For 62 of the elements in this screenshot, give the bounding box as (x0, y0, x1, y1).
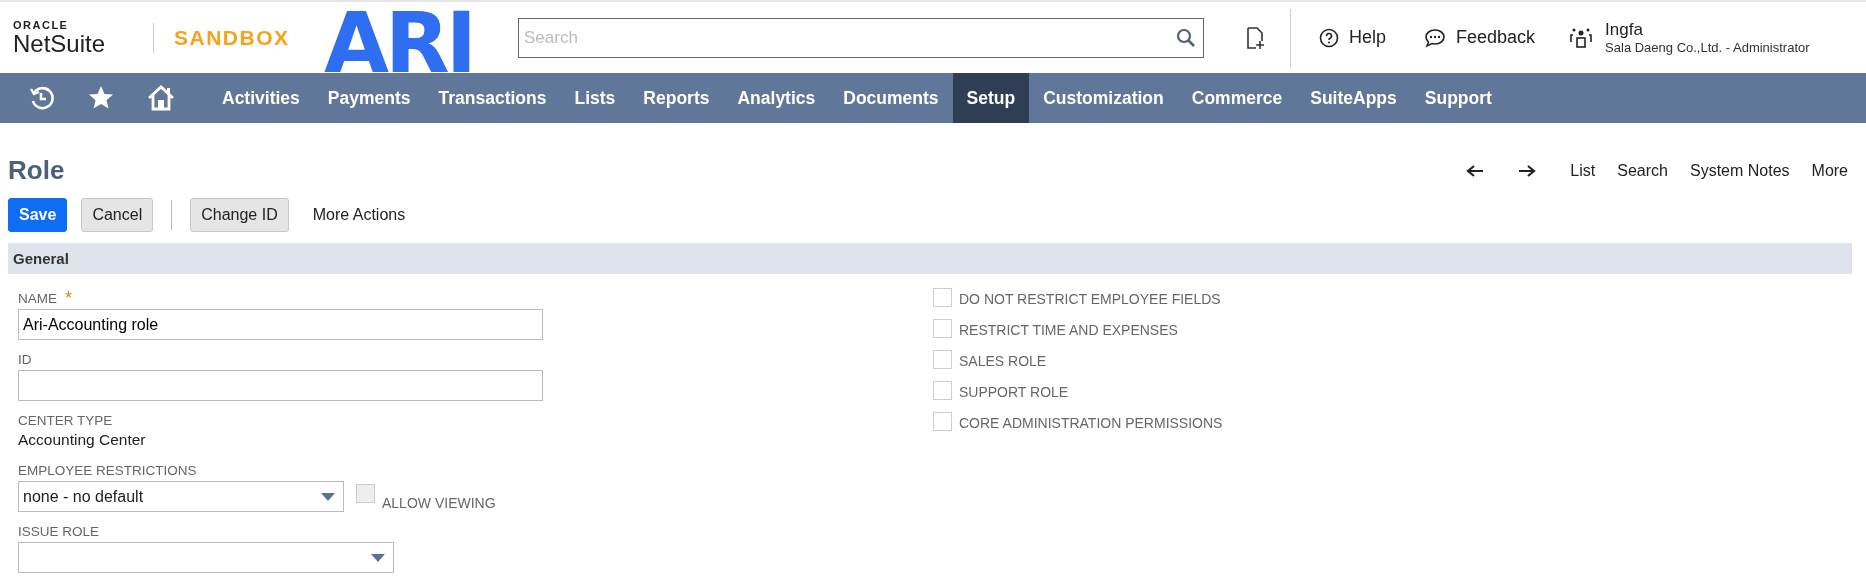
checkbox[interactable] (933, 350, 952, 369)
environment-label: SANDBOX (174, 25, 291, 50)
field-label: NAME (18, 290, 57, 307)
help-icon (1319, 27, 1339, 48)
nav-tab[interactable]: Documents (829, 73, 953, 123)
help-button[interactable]: Help (1307, 27, 1399, 48)
search-field[interactable]: Search (518, 17, 1204, 58)
speech-bubble-icon (1424, 27, 1447, 48)
nav-tab[interactable]: Activities (208, 73, 314, 123)
checkbox[interactable] (933, 381, 952, 400)
left-arrow-icon[interactable] (1466, 163, 1485, 178)
nav-tab[interactable]: Support (1410, 73, 1506, 123)
new-record-icon[interactable] (1244, 25, 1266, 50)
account-role: Sala Daeng Co.,Ltd. - Administrator (1605, 40, 1810, 55)
dropdown-field[interactable] (18, 542, 394, 573)
nav-tab[interactable]: Reports (629, 73, 724, 123)
field-value: Accounting Center (18, 430, 147, 450)
nav-tab[interactable]: Commerce (1177, 73, 1297, 123)
checkbox-label: SALES ROLE (959, 353, 1047, 369)
field-label: ISSUE ROLE (18, 523, 101, 540)
field-label: ID (18, 351, 33, 368)
nav-tab[interactable]: Lists (560, 73, 630, 123)
more-actions-menu[interactable]: More Actions (302, 198, 416, 232)
caret-icon (371, 553, 385, 562)
checkbox[interactable] (933, 412, 952, 431)
section-header: General (8, 243, 1852, 274)
right-arrow-icon[interactable] (1518, 163, 1537, 178)
action-button[interactable]: Cancel (81, 198, 154, 232)
checkbox-label: CORE ADMINISTRATION PERMISSIONS (959, 415, 1223, 431)
netsuite-wordmark: NetSuite (13, 30, 107, 57)
oracle-wordmark: ORACLE (13, 18, 70, 31)
text-field[interactable] (18, 370, 543, 401)
checkbox-label: SUPPORT ROLE (959, 384, 1069, 400)
user-name[interactable]: Ingfa (1605, 20, 1810, 40)
header-link[interactable]: System Notes (1689, 161, 1790, 180)
search-icon (1176, 27, 1196, 48)
field-label: EMPLOYEE RESTRICTIONS (18, 462, 198, 479)
field-label: CENTER TYPE (18, 412, 114, 429)
header-link[interactable]: Search (1617, 161, 1668, 180)
checkbox-label: ALLOW VIEWING (382, 494, 496, 511)
required-mark: * (65, 290, 73, 306)
header-link[interactable]: List (1570, 161, 1596, 180)
checkbox-label: RESTRICT TIME AND EXPENSES (959, 322, 1178, 338)
star-icon[interactable] (88, 85, 114, 111)
page-title: Role (8, 155, 65, 186)
header-link[interactable]: More (1811, 161, 1848, 180)
checkbox[interactable] (933, 319, 952, 338)
nav-tab[interactable]: Customization (1029, 73, 1178, 123)
checkbox-label: DO NOT RESTRICT EMPLOYEE FIELDS (959, 291, 1221, 307)
action-button[interactable]: Change ID (190, 198, 289, 232)
nav-tab[interactable]: Setup (952, 73, 1030, 123)
caret-icon (321, 492, 335, 501)
checkbox[interactable] (933, 288, 952, 307)
nav-tab[interactable]: SuiteApps (1296, 73, 1411, 123)
home-icon[interactable] (147, 85, 175, 111)
feedback-button[interactable]: Feedback (1412, 27, 1548, 48)
dropdown-field[interactable]: none - no default (18, 481, 344, 512)
recent-history-icon[interactable] (29, 85, 55, 111)
nav-tab[interactable]: Analytics (723, 73, 830, 123)
team-icon[interactable] (1569, 26, 1594, 49)
save-button[interactable]: Save (8, 198, 68, 232)
text-field[interactable]: Ari-Accounting role (18, 309, 543, 340)
